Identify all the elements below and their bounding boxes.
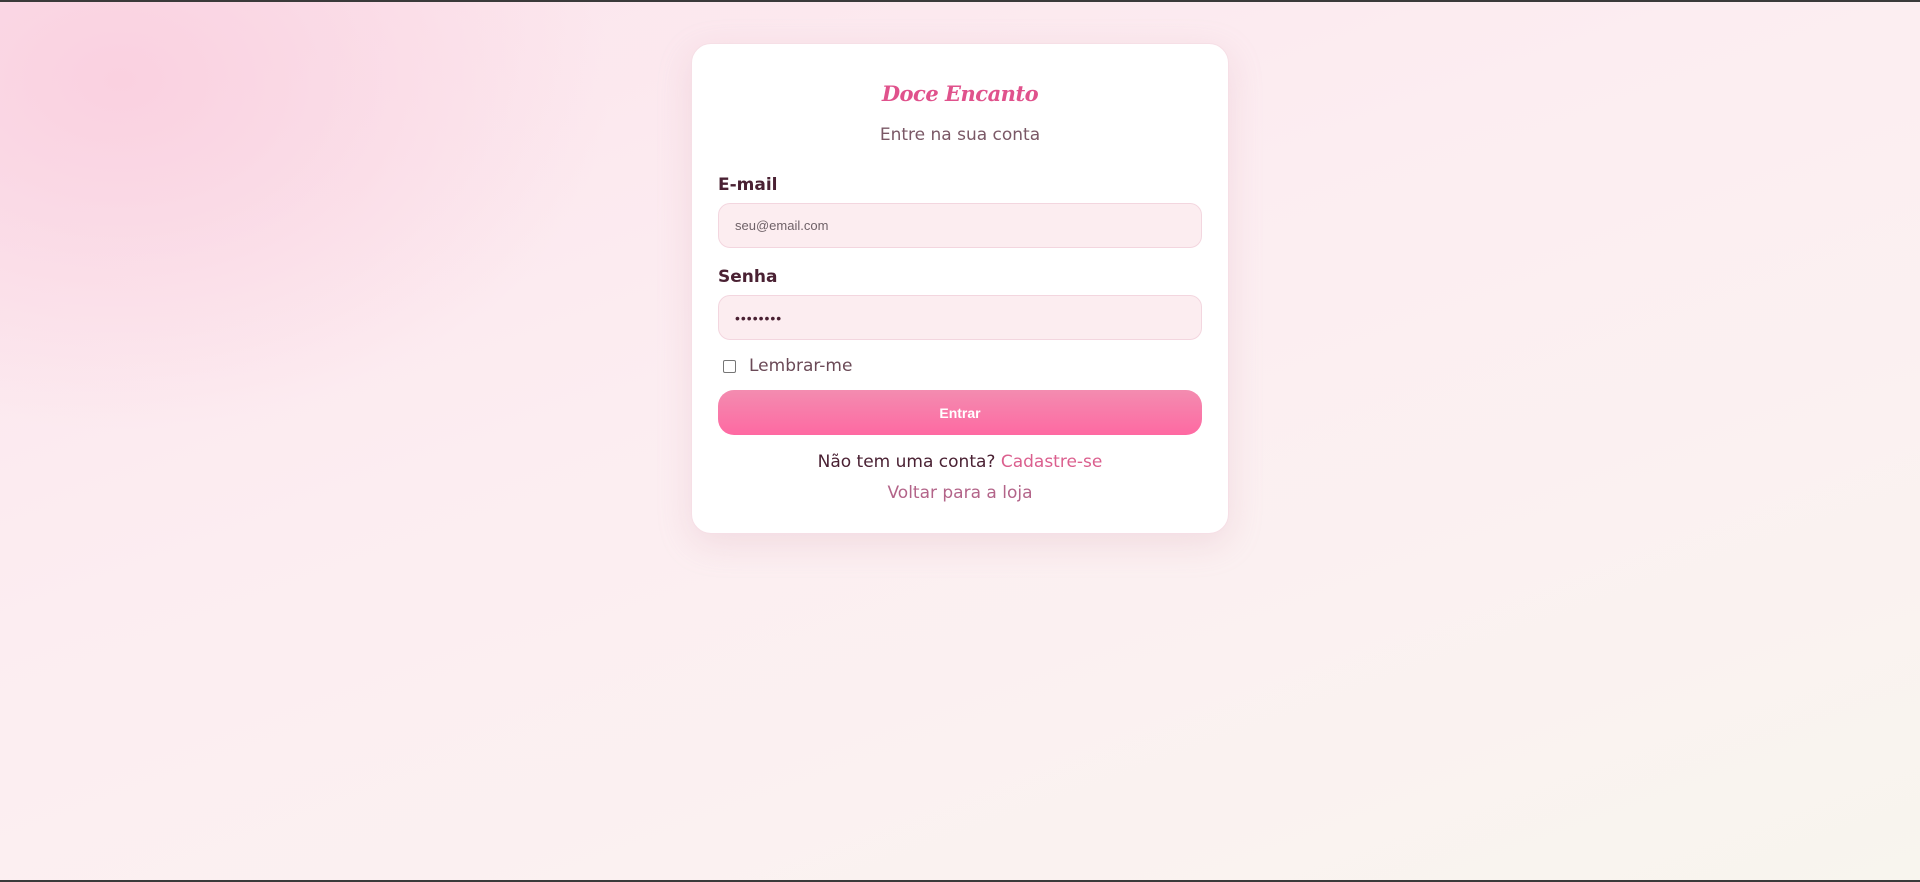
password-field[interactable] [718,295,1202,340]
remember-me-row[interactable]: Lembrar-me [718,355,1202,377]
remember-me-checkbox[interactable] [723,359,736,373]
password-label: Senha [718,267,778,287]
remember-me-label[interactable]: Lembrar-me [749,356,852,376]
email-label: E-mail [718,175,778,195]
signup-prompt-text: Não tem uma conta? [817,452,996,472]
login-subtitle: Entre na sua conta [879,125,1041,145]
brand-logo[interactable]: Doce Encanto [718,80,1202,108]
signup-link[interactable]: Cadastre-se [1001,452,1103,472]
window-top-border [0,0,1920,2]
email-field[interactable] [718,203,1202,248]
back-to-store-link[interactable]: Voltar para a loja [718,482,1202,504]
login-card: Doce Encanto Entre na sua conta E-mail S… [691,43,1229,534]
signup-prompt-row: Não tem uma conta? Cadastre-se [718,451,1202,473]
login-submit-button[interactable]: Entrar [718,390,1202,435]
